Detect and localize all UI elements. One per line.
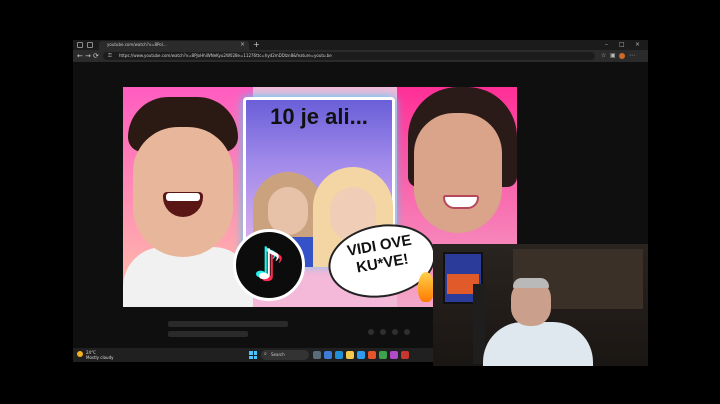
weather-widget[interactable]: 24°C Mostly cloudy bbox=[86, 350, 114, 360]
task-view-icon[interactable] bbox=[324, 351, 332, 359]
person-left bbox=[123, 97, 253, 307]
person-right-face bbox=[414, 113, 502, 233]
file-explorer-icon[interactable] bbox=[346, 351, 354, 359]
flame-icon bbox=[418, 272, 434, 302]
weather-desc: Mostly cloudy bbox=[86, 355, 114, 360]
windows-start-icon[interactable] bbox=[249, 351, 257, 359]
subtitle-placeholder bbox=[168, 331, 248, 337]
tab-youtube[interactable]: youtube.com/watch?v=8Pol... × bbox=[99, 41, 249, 50]
widgets-icon[interactable] bbox=[313, 351, 321, 359]
app-icon-purple[interactable] bbox=[390, 351, 398, 359]
weather-icon[interactable] bbox=[77, 351, 83, 357]
tab-actions-icon[interactable] bbox=[87, 42, 93, 48]
person-right-mouth bbox=[443, 195, 479, 209]
firefox-icon[interactable] bbox=[368, 351, 376, 359]
close-window-button[interactable]: × bbox=[635, 40, 640, 50]
browser-toolbar: ← → ⟳ ⚿ https://www.youtube.com/watch?v=… bbox=[73, 50, 648, 62]
back-button[interactable]: ← bbox=[77, 51, 83, 61]
new-tab-button[interactable]: + bbox=[253, 40, 260, 50]
url-text[interactable]: https://www.youtube.com/watch?v=8PJoHhiW… bbox=[119, 53, 332, 58]
action-placeholder-1 bbox=[368, 329, 374, 335]
minimize-button[interactable]: – bbox=[605, 40, 608, 50]
tab-title: youtube.com/watch?v=8Pol... bbox=[107, 42, 167, 47]
chrome-icon[interactable] bbox=[379, 351, 387, 359]
search-icon: ⌕ bbox=[264, 351, 267, 357]
search-label: Search bbox=[271, 352, 285, 357]
person-blonde-1-face bbox=[268, 187, 308, 235]
maximize-button[interactable]: □ bbox=[619, 40, 625, 50]
collections-icon[interactable]: ▣ bbox=[610, 51, 616, 61]
action-placeholder-2 bbox=[380, 329, 386, 335]
more-menu-icon[interactable]: ⋯ bbox=[629, 51, 635, 61]
tab-bar: youtube.com/watch?v=8Pol... × + – □ × bbox=[73, 40, 648, 50]
workspaces-icon[interactable] bbox=[77, 42, 83, 48]
tiktok-logo-icon: ♪ bbox=[233, 229, 305, 301]
app-icon-red[interactable] bbox=[401, 351, 409, 359]
forward-button[interactable]: → bbox=[85, 51, 91, 61]
streamer-hair bbox=[513, 278, 549, 288]
frame-title: 10 je ali... bbox=[270, 104, 368, 129]
profile-avatar[interactable] bbox=[619, 53, 625, 59]
address-bar[interactable]: ⚿ https://www.youtube.com/watch?v=8PJoHh… bbox=[103, 52, 595, 60]
tab-close-icon[interactable]: × bbox=[240, 41, 245, 49]
action-placeholder-3 bbox=[392, 329, 398, 335]
webcam-overlay bbox=[433, 244, 648, 366]
music-note-icon: ♪ bbox=[255, 240, 283, 289]
lock-icon[interactable]: ⚿ bbox=[108, 53, 112, 59]
store-icon[interactable] bbox=[357, 351, 365, 359]
action-placeholder-4 bbox=[404, 329, 410, 335]
favorites-icon[interactable]: ☆ bbox=[601, 51, 606, 61]
person-left-teeth bbox=[166, 193, 200, 201]
taskbar-search[interactable]: ⌕ Search bbox=[261, 350, 309, 360]
reload-button[interactable]: ⟳ bbox=[93, 51, 99, 61]
title-placeholder bbox=[168, 321, 288, 327]
edge-icon[interactable] bbox=[335, 351, 343, 359]
